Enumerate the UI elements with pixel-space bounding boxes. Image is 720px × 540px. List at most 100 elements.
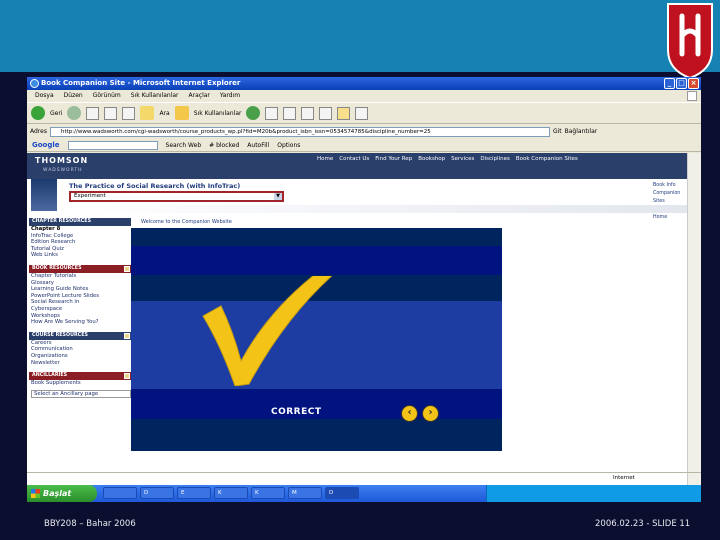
search-icon[interactable] [140, 106, 155, 120]
refresh-icon[interactable] [104, 106, 118, 120]
list-item[interactable]: PowerPoint Lecture Slides [31, 293, 131, 300]
infotrac-link[interactable]: InfoTrac College [31, 233, 131, 240]
google-logo[interactable]: Google [32, 139, 60, 152]
folder-icon[interactable] [337, 106, 351, 120]
task-button[interactable] [103, 487, 137, 499]
edit-icon[interactable] [319, 106, 333, 120]
list-item[interactable]: Learning Guide Notes [31, 286, 131, 293]
start-button[interactable]: Başlat [27, 485, 97, 502]
menu-view[interactable]: Görünüm [93, 90, 121, 102]
google-search-input[interactable] [67, 140, 158, 150]
messenger-icon[interactable] [355, 106, 369, 120]
site-nav: Home Contact Us Find Your Rep Bookshop S… [317, 156, 578, 162]
book-icon [124, 332, 130, 339]
chapter-select[interactable]: Experiment ▼ [69, 191, 284, 202]
task-list: D E K K M D [103, 487, 359, 499]
nav-services[interactable]: Services [451, 156, 474, 162]
menu-help[interactable]: Yardım [220, 90, 240, 102]
windows-logo-icon [31, 489, 40, 498]
book-resources-list: Chapter Tutorials Glossary Learning Guid… [29, 273, 131, 326]
nav-disciplines[interactable]: Disciplines [480, 156, 509, 162]
next-button[interactable]: › [422, 405, 439, 422]
list-item[interactable]: Social Research in [31, 299, 131, 306]
task-button[interactable]: K [251, 487, 285, 499]
list-item[interactable]: Cyberspace [31, 306, 131, 313]
nav-companion-sites[interactable]: Book Companion Sites [516, 156, 578, 162]
companion-sites-link[interactable]: Companion Sites [653, 190, 687, 206]
slide-footer-left: BBY208 – Bahar 2006 [44, 519, 136, 529]
back-arrow-icon[interactable] [31, 106, 45, 120]
checkmark-icon [202, 276, 333, 386]
windows-flag-icon [687, 91, 697, 101]
list-item[interactable]: Book Supplements [31, 380, 131, 387]
media-icon[interactable] [246, 106, 261, 120]
nav-find-rep[interactable]: Find Your Rep [375, 156, 412, 162]
nav-contact[interactable]: Contact Us [339, 156, 369, 162]
task-button[interactable]: D [325, 487, 359, 499]
google-search-button[interactable]: Search Web [166, 139, 202, 152]
stop-icon[interactable] [86, 106, 100, 120]
ancillaries-list: Book Supplements Select an Ancillary pag… [29, 380, 131, 399]
google-toolbar: Google Search Web # blocked AutoFill Opt… [27, 139, 701, 152]
chapter-link[interactable]: Chapter 8 [31, 226, 131, 233]
popup-blocked-label[interactable]: # blocked [209, 139, 239, 152]
task-button[interactable]: E [177, 487, 211, 499]
back-label[interactable]: Geri [50, 110, 62, 117]
chapter-resources-header: CHAPTER RESOURCES [29, 218, 131, 226]
edition-research-link[interactable]: Edition Research [31, 239, 131, 246]
autofill-button[interactable]: AutoFill [247, 139, 269, 152]
list-item[interactable]: Chapter Tutorials [31, 273, 131, 280]
result-label: CORRECT [271, 407, 322, 417]
menu-bar: Dosya Düzen Görünüm Sık Kullanılanlar Ar… [27, 90, 701, 102]
window-title: Book Companion Site - Microsoft Internet… [41, 79, 241, 87]
list-item[interactable]: Organizations [31, 353, 131, 360]
forward-arrow-icon[interactable] [67, 106, 82, 120]
ie-icon [30, 79, 39, 88]
favorites-label[interactable]: Sık Kullanılanlar [194, 110, 242, 117]
brand-logo[interactable]: THOMSON [35, 156, 88, 165]
menu-edit[interactable]: Düzen [64, 90, 83, 102]
print-icon[interactable] [301, 106, 315, 120]
maximize-button[interactable]: □ [676, 78, 687, 89]
chevron-down-icon[interactable]: ▼ [274, 193, 282, 200]
history-icon[interactable] [265, 106, 279, 120]
list-item[interactable]: Communication [31, 346, 131, 353]
decor-stripe [131, 246, 502, 275]
minimize-button[interactable]: _ [664, 78, 675, 89]
system-tray [486, 485, 701, 502]
previous-button[interactable]: ‹ [401, 405, 418, 422]
menu-file[interactable]: Dosya [35, 90, 54, 102]
nav-bookshop[interactable]: Bookshop [418, 156, 445, 162]
address-input[interactable]: http://www.wadsworth.com/cgi-wadsworth/c… [49, 126, 550, 137]
nav-home[interactable]: Home [317, 156, 333, 162]
menu-tools[interactable]: Araçlar [189, 90, 210, 102]
favorites-star-icon[interactable] [174, 106, 189, 120]
go-button[interactable]: Git [553, 125, 562, 138]
list-item[interactable]: How Are We Serving You? [31, 319, 131, 326]
task-button[interactable]: M [288, 487, 322, 499]
ancillary-select[interactable]: Select an Ancillary page [31, 389, 131, 399]
internet-zone-label: Internet [613, 475, 635, 481]
ancillaries-header: ANCILLARIES [29, 372, 131, 381]
mail-icon[interactable] [283, 106, 297, 120]
home-icon[interactable] [122, 106, 136, 120]
book-resources-title: BOOK RESOURCES [32, 265, 82, 271]
list-item[interactable]: Careers [31, 340, 131, 347]
list-item[interactable]: Newsletter [31, 360, 131, 367]
options-button[interactable]: Options [277, 139, 300, 152]
search-label[interactable]: Ara [159, 110, 169, 117]
quiz-top-strip: Welcome to the Companion Website [131, 216, 502, 228]
links-label[interactable]: Bağlantılar [565, 125, 598, 138]
menu-favorites[interactable]: Sık Kullanılanlar [131, 90, 179, 102]
vertical-scrollbar[interactable] [687, 153, 701, 485]
list-item[interactable]: Workshops [31, 313, 131, 320]
web-links-link[interactable]: Web Links [31, 252, 131, 259]
task-button[interactable]: K [214, 487, 248, 499]
book-info-link[interactable]: Book Info [653, 182, 687, 190]
list-item[interactable]: Glossary [31, 280, 131, 287]
close-button[interactable]: × [688, 78, 699, 89]
tutorial-quiz-link[interactable]: Tutorial Quiz [31, 246, 131, 253]
right-links: Book Info Companion Sites Spanish Home [653, 182, 687, 222]
task-button[interactable]: D [140, 487, 174, 499]
web-page: THOMSON WADSWORTH Home Contact Us Find Y… [27, 153, 687, 485]
